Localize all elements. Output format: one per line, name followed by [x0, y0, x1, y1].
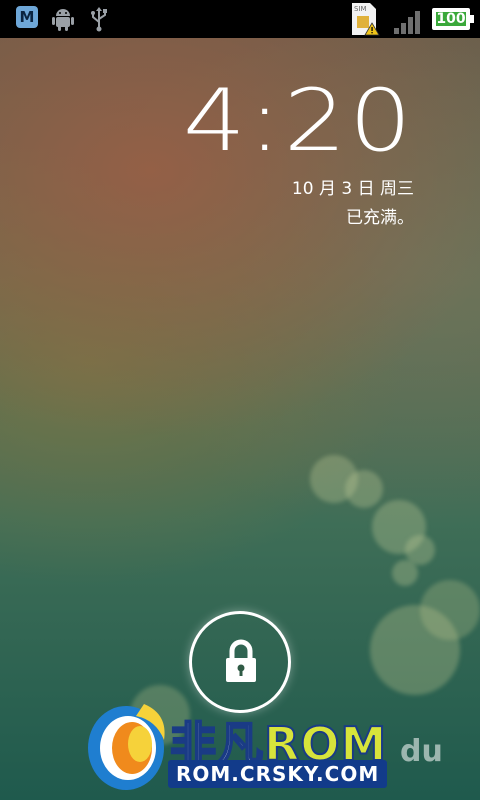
svg-text:SIM: SIM	[354, 5, 367, 13]
signal-bars-icon	[394, 11, 420, 34]
watermark-url: ROM.CRSKY.COM	[168, 760, 388, 788]
charging-status: 已充满。	[346, 208, 414, 228]
usb-icon	[91, 7, 107, 32]
battery-terminal	[470, 15, 474, 23]
watermark-extra-text: du	[400, 734, 443, 769]
lock-icon	[226, 639, 256, 682]
status-bar[interactable]: M SIM 100	[0, 0, 480, 38]
unlock-ring-button[interactable]	[189, 611, 291, 713]
sim-warning-icon: SIM	[352, 3, 380, 36]
bokeh-light	[420, 580, 480, 640]
battery-icon: 100	[432, 8, 474, 30]
launcher-m-icon: M	[16, 6, 38, 28]
watermark-logo-icon	[88, 704, 165, 790]
lockscreen-date: 10 月 3 日 周三	[291, 179, 414, 199]
bokeh-light	[392, 560, 418, 586]
bokeh-light	[345, 470, 383, 508]
android-debug-icon	[52, 9, 74, 31]
lockscreen-clock: 4:20	[182, 71, 414, 171]
battery-level-text: 100	[436, 11, 466, 27]
